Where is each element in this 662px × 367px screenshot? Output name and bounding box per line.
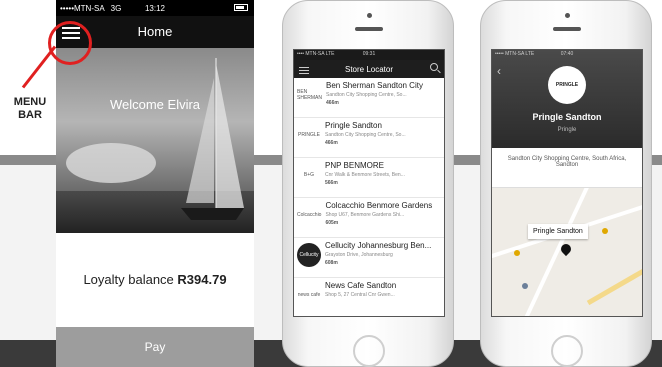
cloud-graphic: [66, 143, 156, 183]
store-list: BEN SHERMAN Ben Sherman Sandton City San…: [294, 78, 444, 316]
store-address: Sandton City Shopping Centre, So...: [326, 92, 407, 98]
store-name: Cellucity Johannesburg Ben...: [325, 241, 432, 250]
store-logo: news cafe: [297, 292, 321, 298]
store-distance: 466m: [325, 140, 338, 146]
menu-bar-annotation: MENU BAR: [6, 96, 54, 122]
pay-button[interactable]: Pay: [56, 327, 254, 367]
status-bar: •••••MTN-SA 3G 13:12: [56, 0, 254, 16]
annotation-line1: MENU: [13, 96, 47, 108]
status-time: 07:40: [560, 51, 574, 57]
store-logo: Cellucity: [297, 243, 321, 267]
speaker-icon: [355, 27, 383, 31]
map-poi-icon[interactable]: [602, 228, 608, 234]
store-map[interactable]: Pringle Sandton: [492, 188, 642, 316]
store-logo: BEN SHERMAN: [297, 89, 323, 101]
status-time: 09:31: [362, 51, 376, 57]
battery-icon: [234, 4, 248, 11]
speaker-icon: [553, 27, 581, 31]
loyalty-balance: Loyalty balance R394.79: [56, 272, 254, 287]
map-road: [518, 188, 590, 316]
store-name: Pringle Sandton: [532, 112, 602, 122]
status-bar: ••••• MTN-SA LTE 07:40: [492, 50, 642, 60]
camera-icon: [565, 13, 570, 18]
status-bar: •••• MTN-SA LTE 09:31: [294, 50, 444, 60]
home-button[interactable]: [353, 335, 385, 367]
map-callout[interactable]: Pringle Sandton: [528, 224, 588, 239]
store-name: Ben Sherman Sandton City: [326, 81, 423, 90]
loyalty-label: Loyalty balance: [83, 272, 174, 287]
store-locator-screen: •••• MTN-SA LTE 09:31 Store Locator BEN …: [293, 49, 445, 317]
welcome-message: Welcome Elvira: [109, 97, 201, 112]
phone-store-locator: •••• MTN-SA LTE 09:31 Store Locator BEN …: [282, 0, 454, 367]
store-logo: PRINGLE: [298, 132, 320, 138]
store-logo: B+G: [303, 172, 315, 178]
app-header: Store Locator: [294, 60, 444, 78]
map-poi-icon[interactable]: [514, 250, 520, 256]
store-list-item[interactable]: Colcacchio Colcacchio Benmore Gardens Sh…: [294, 198, 444, 238]
store-distance: 566m: [325, 180, 338, 186]
store-brand: Pringle: [557, 127, 577, 133]
annotation-line2: BAR: [18, 109, 42, 121]
store-address: Grayston Drive, Johannesburg: [325, 252, 393, 258]
back-icon[interactable]: ‹: [497, 64, 501, 78]
store-address: Shop U67, Benmore Gardens Shi...: [325, 212, 405, 218]
store-distance: 608m: [325, 260, 338, 266]
store-header: ••••• MTN-SA LTE 07:40 ‹ PRINGLE Pringle…: [492, 50, 642, 148]
home-button[interactable]: [551, 335, 583, 367]
sailboat-graphic: [181, 58, 244, 220]
search-icon[interactable]: [430, 63, 438, 71]
store-address: Sandton City Shopping Centre, So...: [325, 132, 406, 138]
store-list-item[interactable]: BEN SHERMAN Ben Sherman Sandton City San…: [294, 78, 444, 118]
phone-store-detail: ••••• MTN-SA LTE 07:40 ‹ PRINGLE Pringle…: [480, 0, 652, 367]
store-name: Colcacchio Benmore Gardens: [325, 201, 433, 210]
page-title: Store Locator: [344, 65, 394, 74]
map-poi-icon[interactable]: [522, 283, 528, 289]
menu-highlight-circle: [48, 21, 92, 65]
store-list-item[interactable]: B+G PNP BENMORE Cnr Walk & Benmore Stree…: [294, 158, 444, 198]
hero-image: Welcome Elvira: [56, 48, 254, 233]
store-distance: 466m: [326, 100, 339, 106]
map-road: [586, 255, 642, 306]
store-detail-screen: ••••• MTN-SA LTE 07:40 ‹ PRINGLE Pringle…: [491, 49, 643, 317]
loyalty-value: R394.79: [177, 272, 227, 287]
store-name: PNP BENMORE: [325, 161, 384, 170]
store-distance: 605m: [325, 220, 339, 226]
store-address: Shop 5, 27 Central Cnr Gwen...: [325, 292, 395, 298]
status-time: 13:12: [144, 3, 166, 13]
store-logo: Colcacchio: [297, 212, 322, 218]
camera-icon: [367, 13, 372, 18]
store-logo: PRINGLE: [548, 66, 586, 104]
store-list-item[interactable]: Cellucity Cellucity Johannesburg Ben... …: [294, 238, 444, 278]
store-list-item[interactable]: news cafe News Cafe Sandton Shop 5, 27 C…: [294, 278, 444, 316]
store-list-item[interactable]: PRINGLE Pringle Sandton Sandton City Sho…: [294, 118, 444, 158]
store-name: News Cafe Sandton: [325, 281, 397, 290]
store-address: Sandton City Shopping Centre, South Afri…: [492, 148, 642, 188]
store-name: Pringle Sandton: [325, 121, 382, 130]
store-address: Cnr Walk & Benmore Streets, Ben...: [325, 172, 405, 178]
